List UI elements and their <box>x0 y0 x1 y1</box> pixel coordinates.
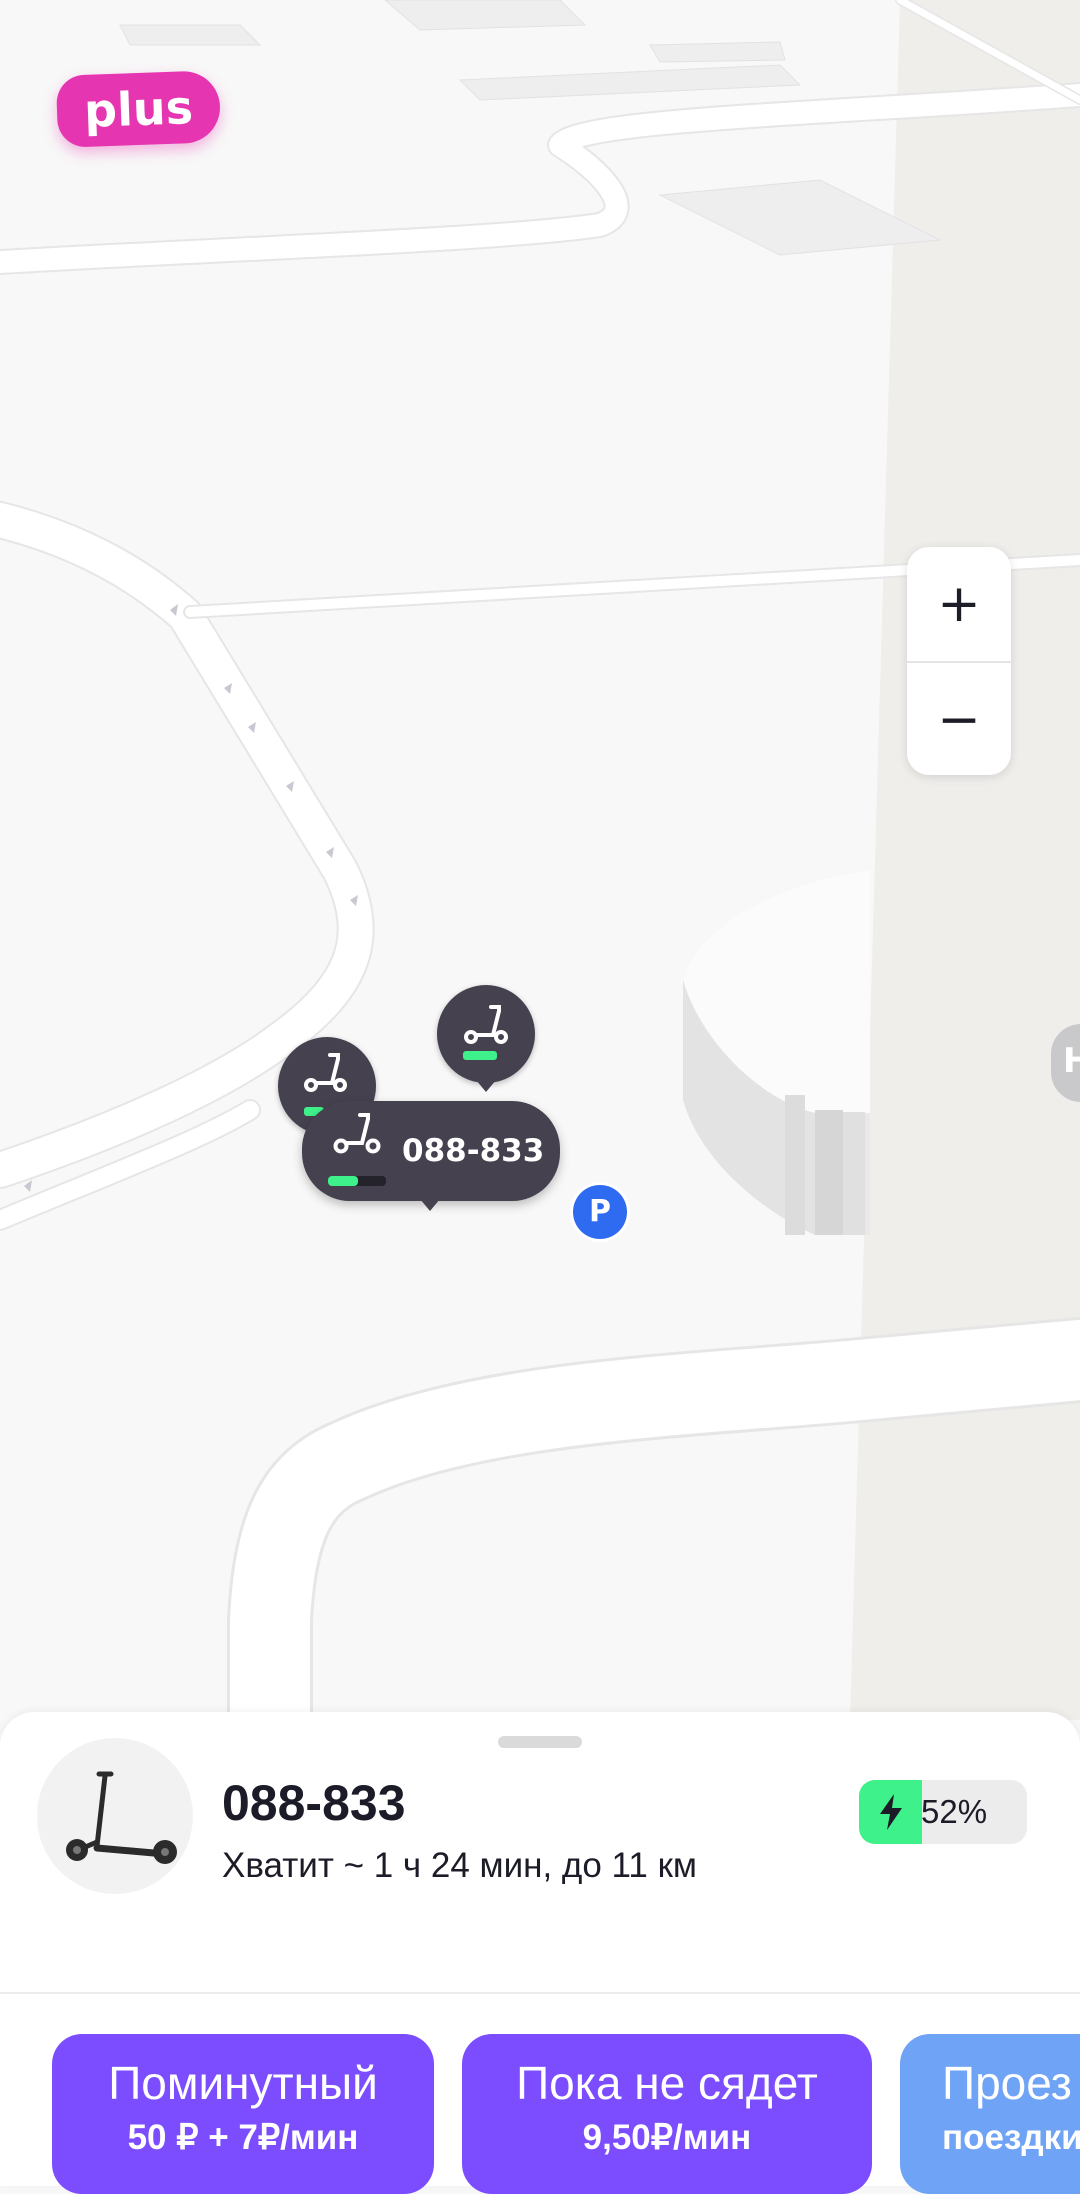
selected-scooter-pin[interactable]: 088-833 <box>302 1101 560 1201</box>
scooter-id: 088-833 <box>222 1775 406 1831</box>
scooter-map-pin[interactable] <box>437 985 535 1083</box>
battery-percent: 52% <box>921 1793 988 1830</box>
tariff-price: 50 ₽ + 7₽/мин <box>127 2118 359 2157</box>
tariff-name: Проез <box>942 2057 1072 2109</box>
sheet-drag-handle[interactable] <box>498 1736 582 1748</box>
tariff-price: 9,50₽/мин <box>582 2118 752 2157</box>
tariff-list[interactable]: Поминутный 50 ₽ + 7₽/мин Пока не сядет 9… <box>0 2034 1080 2194</box>
sheet-divider <box>0 1992 1080 1994</box>
tariff-per-minute-button[interactable]: Поминутный 50 ₽ + 7₽/мин <box>52 2034 434 2194</box>
zoom-out-button[interactable]: − <box>907 663 1011 775</box>
scooter-image <box>66 1771 177 1864</box>
selected-pin-tail <box>420 1199 440 1211</box>
zoom-controls: + − <box>907 547 1011 775</box>
plus-subscription-badge[interactable]: plus <box>55 70 222 148</box>
tariff-until-discharge-button[interactable]: Пока не сядет 9,50₽/мин <box>462 2034 872 2194</box>
scooter-pin-tail <box>476 1080 496 1092</box>
scooter-range: Хватит ~ 1 ч 24 мин, до 11 км <box>222 1846 697 1885</box>
tariff-pass-button[interactable]: Проез поездки <box>900 2034 1080 2194</box>
tariff-name: Поминутный <box>108 2057 378 2109</box>
battery-indicator: 52% <box>859 1780 1027 1844</box>
lightning-icon <box>880 1794 902 1830</box>
scooter-icon <box>463 1005 508 1060</box>
tariff-name: Пока не сядет <box>516 2057 818 2109</box>
map-canvas[interactable] <box>0 0 1080 1763</box>
scooter-bottom-sheet: 088-833 Хватит ~ 1 ч 24 мин, до 11 км 52… <box>0 1712 1080 2194</box>
selected-scooter-id: 088-833 <box>402 1133 545 1169</box>
tariff-price: поездки <box>942 2118 1080 2157</box>
parking-marker[interactable]: P <box>573 1185 627 1239</box>
map-view[interactable]: plus + − 088-833 P Н <box>0 0 1080 1763</box>
scooter-icon <box>328 1113 386 1186</box>
scooter-thumbnail <box>37 1738 193 1894</box>
zoom-in-button[interactable]: + <box>907 547 1011 661</box>
